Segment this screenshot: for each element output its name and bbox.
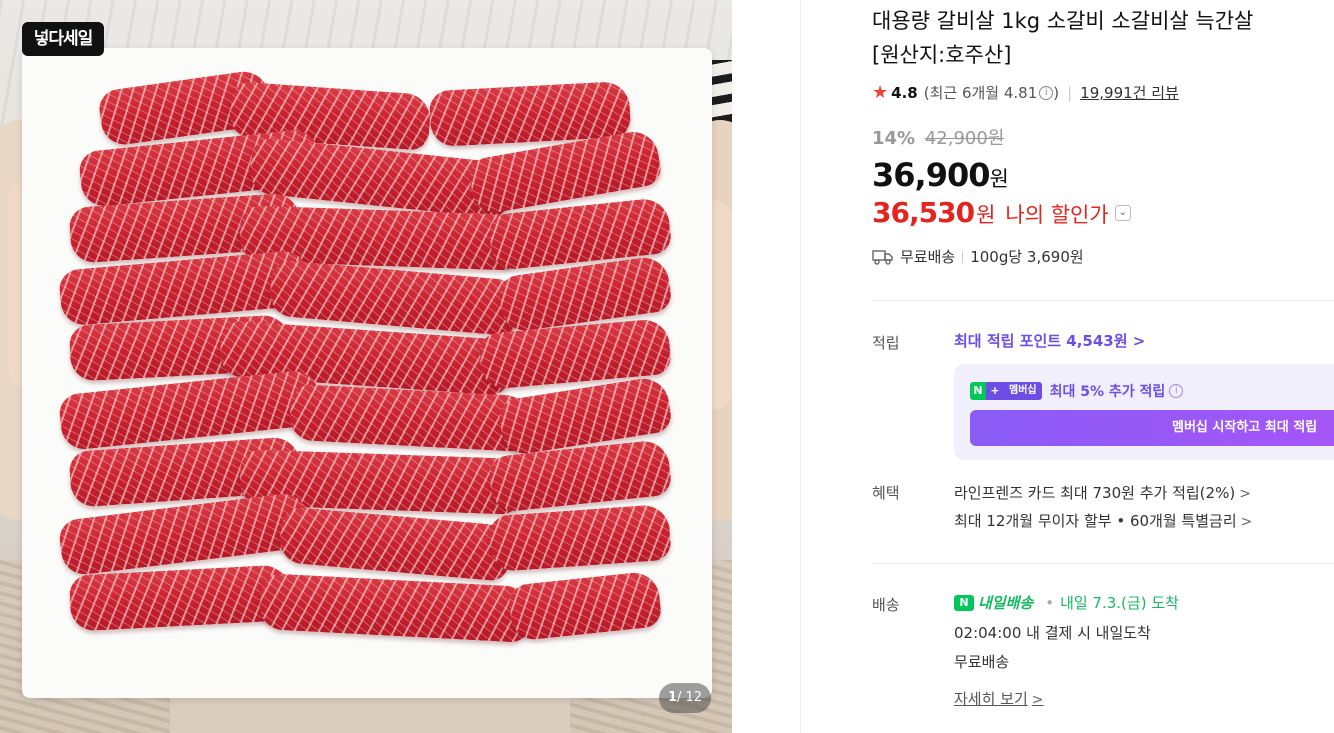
- chevron-down-icon[interactable]: ⌄: [1114, 204, 1131, 221]
- my-discount-price-row[interactable]: 36,530 원 나의 할인가 ⌄: [872, 196, 1131, 229]
- benefit-text: 최대 12개월 무이자 할부 • 60개월 특별금리: [954, 512, 1237, 530]
- delivery-label: 배송: [872, 596, 900, 614]
- star-icon: ★: [872, 82, 889, 103]
- detail-link-text: 자세히 보기: [954, 690, 1028, 708]
- benefit-item-card[interactable]: 라인프렌즈 카드 최대 730원 추가 적립(2%) >: [954, 482, 1251, 503]
- recent-rating-close: ): [1053, 83, 1060, 102]
- divider: [962, 250, 964, 263]
- discount-percent: 14%: [872, 128, 916, 149]
- unit-price: 100g당 3,690원: [970, 248, 1084, 266]
- naver-plus-membership-badge: N + 멤버십: [970, 382, 1042, 400]
- membership-box: N + 멤버십 최대 5% 추가 적립 i 멤버십 시작하고 최대 적립: [954, 364, 1334, 460]
- meat-slice: [288, 383, 532, 453]
- meat-slice: [277, 506, 513, 582]
- column-divider: [800, 0, 801, 733]
- product-title: 대용량 갈비살 1kg 소갈비 소갈비살 늑간살 [원산지:호주산]: [872, 4, 1334, 72]
- sale-price-unit: 원: [989, 167, 1009, 191]
- info-icon[interactable]: i: [1169, 384, 1184, 398]
- my-discount-label: 나의 할인가: [1005, 203, 1109, 227]
- separator-dot: •: [1045, 593, 1055, 612]
- benefits-label: 혜택: [872, 484, 900, 502]
- chevron-right-icon: >: [1031, 692, 1044, 708]
- delivery-eta: 내일 7.3.(금) 도착: [1060, 594, 1179, 612]
- my-discount-price-unit: 원: [976, 203, 996, 227]
- delivery-detail-link[interactable]: 자세히 보기 >: [954, 688, 1044, 709]
- sale-price-row: 36,900원: [872, 156, 1009, 194]
- image-counter: 1/ 12: [659, 683, 711, 713]
- benefit-text: 라인프렌즈 카드 최대 730원 추가 적립(2%): [954, 484, 1236, 502]
- my-discount-price: 36,530: [872, 196, 975, 229]
- image-counter-current: 1: [667, 690, 677, 705]
- rating-row: ★ 4.8 (최근 6개월 4.81 i ) | 19,991건 리뷰: [872, 82, 1179, 103]
- recent-rating: (최근 6개월 4.81: [923, 84, 1038, 102]
- rating-score: 4.8: [891, 83, 918, 102]
- product-image-gallery[interactable]: 넣다세일 1/ 12: [0, 0, 732, 733]
- membership-line: N + 멤버십 최대 5% 추가 적립 i: [970, 381, 1184, 401]
- divider: |: [1067, 83, 1073, 102]
- benefit-item-installment[interactable]: 최대 12개월 무이자 할부 • 60개월 특별금리 >: [954, 510, 1252, 531]
- chevron-right-icon: >: [1239, 486, 1251, 502]
- info-icon[interactable]: i: [1039, 85, 1054, 100]
- meat-slice: [258, 572, 532, 644]
- truck-icon: [872, 249, 893, 265]
- original-price: 42,900원: [924, 128, 1005, 149]
- review-count-link[interactable]: 19,991건 리뷰: [1080, 82, 1179, 103]
- shipping-fee: 무료배송: [900, 248, 956, 266]
- delivery-brand: 내일배송: [978, 594, 1034, 612]
- naver-delivery-icon: N: [954, 594, 974, 611]
- meat-slice: [68, 564, 292, 632]
- chevron-right-icon: >: [1240, 514, 1253, 530]
- beef-rib-meat: [57, 68, 680, 670]
- product-title-line1: 대용량 갈비살 1kg 소갈비 소갈비살 늑간살: [872, 9, 1254, 33]
- image-counter-total: / 12: [676, 690, 703, 705]
- section-divider: [872, 300, 1334, 301]
- delivery-cutoff: 02:04:00 내 결제 시 내일도착: [954, 624, 1151, 642]
- discount-row: 14% 42,900원: [872, 124, 1004, 150]
- sale-badge-logo: 넣다세일: [22, 22, 104, 56]
- sale-price: 36,900: [872, 156, 990, 194]
- points-label: 적립: [872, 334, 900, 352]
- next-day-delivery: N 내일배송 • 내일 7.3.(금) 도착: [954, 592, 1179, 613]
- start-membership-button[interactable]: 멤버십 시작하고 최대 적립: [970, 410, 1334, 446]
- product-info-panel: 대용량 갈비살 1kg 소갈비 소갈비살 늑간살 [원산지:호주산] ★ 4.8…: [872, 0, 1334, 733]
- product-title-line2: [원산지:호주산]: [872, 43, 1012, 67]
- membership-extra-points: 최대 5% 추가 적립: [1049, 384, 1166, 400]
- delivery-fee: 무료배송: [954, 653, 1010, 671]
- section-divider: [872, 563, 1334, 564]
- max-points-link[interactable]: 최대 적립 포인트 4,543원 >: [954, 330, 1145, 351]
- meat-slice: [488, 503, 672, 573]
- meat-slice: [507, 570, 663, 642]
- shipping-row: 무료배송 100g당 3,690원: [872, 246, 1084, 267]
